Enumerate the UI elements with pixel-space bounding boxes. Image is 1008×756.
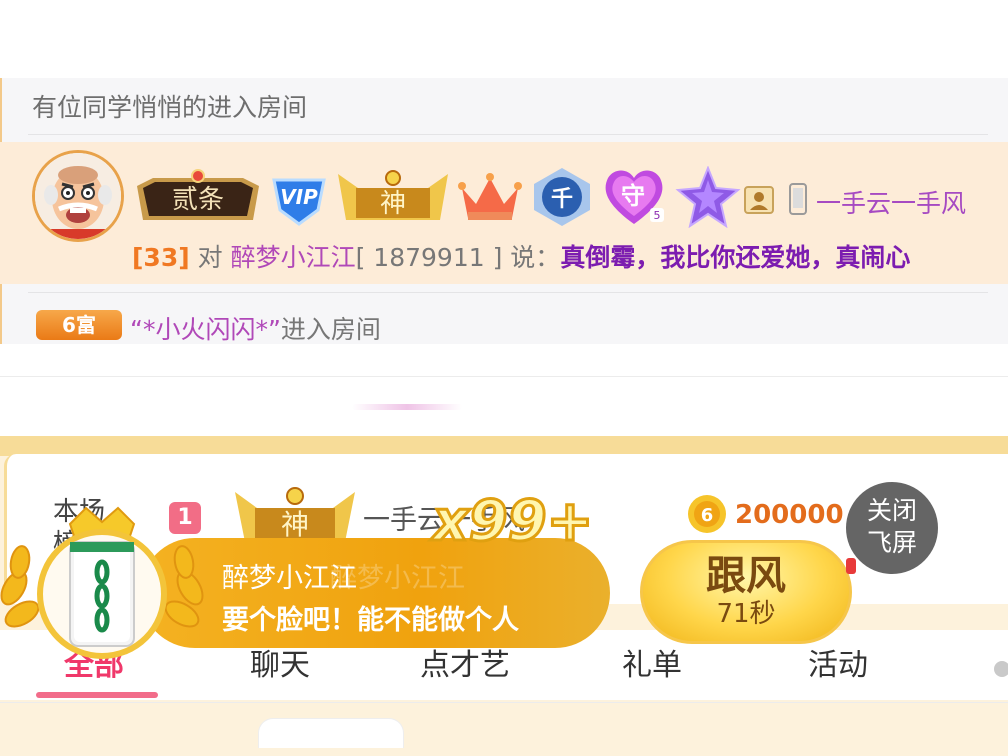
message-content: 真倒霉，我比你还爱她，真闹心: [560, 243, 911, 272]
rank-shen-badge: 神: [233, 484, 357, 546]
target-username[interactable]: 醉梦小江江: [231, 243, 356, 272]
message-line: [33] 对 醉梦小江江[ 1879911 ] 说：真倒霉，我比你还爱她，真闹心: [132, 238, 910, 274]
live-room-screen: 有位同学悄悄的进入房间 贰条 VIP 神 千 守 5 一手云一手风 [33] 对…: [0, 0, 1008, 756]
enter-notice: “*小火闪闪*”进入房间: [130, 310, 381, 346]
chat-message: 贰条 VIP 神 千 守 5 一手云一手风 [33] 对 醉梦小江江[1879…: [0, 142, 1008, 284]
red-marker: [846, 558, 856, 574]
divider: [28, 292, 988, 293]
crown-icon: [458, 172, 522, 224]
close-fly-screen-button[interactable]: 关闭 飞屏: [846, 482, 938, 574]
avatar[interactable]: [32, 150, 124, 242]
multiplier-label: x99+: [418, 486, 608, 556]
person-icon: [744, 186, 774, 214]
divider: [28, 134, 988, 135]
svg-text:VIP: VIP: [280, 185, 318, 209]
avatar-face-icon: [35, 153, 121, 239]
qian-badge: 千: [528, 166, 596, 228]
active-tab-indicator: [36, 692, 158, 698]
enter-text: 进入房间: [280, 315, 381, 344]
anonymous-enter-notice: 有位同学悄悄的进入房间: [32, 93, 308, 122]
panel-top-bar: [0, 436, 1008, 456]
close-fly-line1: 关闭: [866, 496, 917, 525]
user-level: [33]: [132, 243, 190, 272]
vip-badge: VIP: [268, 170, 330, 226]
ercai-badge: 贰条: [133, 166, 263, 228]
fly-message: 要个脸吧！能不能做个人: [222, 605, 519, 636]
tab-activity[interactable]: 活动: [808, 640, 868, 684]
follow-button[interactable]: 跟风 71秒: [640, 540, 852, 644]
follow-label: 跟风: [706, 553, 786, 599]
phone-icon: [788, 182, 808, 216]
coin-icon: 6: [687, 494, 727, 534]
divider: [0, 376, 1008, 377]
input-pill[interactable]: [258, 718, 404, 748]
fly-sender-name: 醉梦小江江: [222, 563, 357, 594]
close-fly-line2: 飞屏: [866, 528, 917, 557]
decorative-glow: [352, 404, 462, 410]
star-icon: [674, 165, 742, 229]
svg-text:x99+: x99+: [430, 489, 594, 554]
enter-username[interactable]: “*小火闪闪*”: [130, 315, 281, 344]
tab-gift-list[interactable]: 礼单: [622, 640, 682, 684]
divider: [0, 702, 1008, 703]
chat-bubble-icon[interactable]: [990, 660, 1008, 678]
laurel-wreath-icon: [0, 502, 204, 666]
say-word: 说：: [510, 243, 561, 272]
follow-countdown: 71秒: [716, 599, 776, 629]
svg-text:神: 神: [281, 508, 309, 541]
chat-panel: 有位同学悄悄的进入房间 贰条 VIP 神 千 守 5 一手云一手风 [33] 对…: [0, 78, 1008, 344]
rich-level-badge: 6富: [36, 310, 122, 340]
shou-badge: 守 5: [600, 164, 668, 228]
target-id: [ 1879911 ]: [355, 243, 503, 272]
to-word: 对: [197, 243, 223, 272]
svg-text:5: 5: [654, 209, 661, 222]
coin-amount: 200000: [735, 500, 844, 530]
shen-badge: 神: [336, 166, 450, 226]
svg-text:6: 6: [701, 505, 714, 526]
svg-text:守: 守: [621, 182, 645, 210]
svg-text:神: 神: [380, 189, 406, 219]
sender-username[interactable]: 一手云一手风: [816, 184, 966, 220]
svg-text:千: 千: [551, 187, 573, 212]
svg-text:贰条: 贰条: [172, 185, 224, 215]
